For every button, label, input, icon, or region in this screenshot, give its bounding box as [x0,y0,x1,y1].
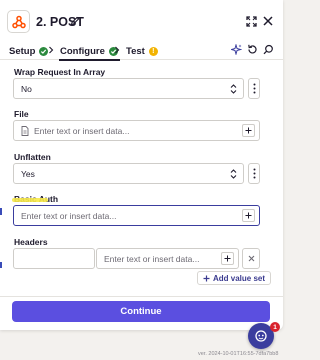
warning-badge: ! [148,46,158,56]
panel-header: 2. POST [0,0,283,43]
close-icon[interactable] [262,15,274,27]
insert-data-button[interactable] [242,209,255,222]
expand-icon[interactable] [246,16,257,27]
basic-auth-input[interactable]: Enter text or insert data... [13,205,260,226]
chevron-up-down-icon [230,84,237,94]
canvas-connector [0,262,2,268]
close-icon [248,255,254,262]
file-label: File [14,109,29,119]
notification-badge: 1 [270,322,280,332]
header-value-placeholder: Enter text or insert data... [104,254,200,264]
configure-form[interactable]: Wrap Request In Array No File Enter text… [0,61,283,296]
step-editor-panel: 2. POST Setup Configure Test ! Wrap Requ… [0,0,283,330]
insert-data-button[interactable] [242,124,255,137]
refresh-icon[interactable] [247,44,258,55]
tab-configure-label: Configure [60,45,105,57]
basic-auth-placeholder: Enter text or insert data... [21,211,117,221]
plus-icon [203,275,210,281]
remove-header-button[interactable] [242,248,260,269]
more-vertical-icon [253,83,255,94]
plus-icon [245,127,252,134]
version-label: ver. 2024-10-01T16:55-7dfa7bb8 [198,351,279,357]
continue-button[interactable]: Continue [12,301,270,322]
insert-data-button[interactable] [221,252,234,265]
wrap-request-select[interactable]: No [13,78,244,99]
file-icon [21,126,29,136]
tab-setup[interactable]: Setup [9,43,49,59]
search-icon[interactable] [263,44,274,55]
more-vertical-icon [253,168,255,179]
add-value-set-button[interactable]: Add value set [197,271,272,285]
add-value-set-label: Add value set [213,273,266,283]
header-value-input[interactable]: Enter text or insert data... [96,248,239,269]
chat-bot-icon [255,330,267,342]
file-placeholder: Enter text or insert data... [34,126,130,136]
canvas-connector [0,208,2,215]
tab-configure[interactable]: Configure [59,43,120,61]
wrap-request-value: No [21,84,32,94]
chevron-right-icon [115,46,120,54]
pencil-icon[interactable] [70,16,80,26]
panel-footer: Continue [0,296,283,330]
wrap-request-label: Wrap Request In Array [14,67,106,77]
field-options-button[interactable] [248,163,260,184]
annotation-highlight [12,198,48,202]
unflatten-value: Yes [21,169,35,179]
sparkle-icon[interactable] [231,44,242,55]
plus-icon [224,255,231,262]
chevron-right-icon [49,46,54,54]
header-key-input[interactable] [13,248,95,269]
unflatten-label: Unflatten [14,152,51,162]
chevron-up-down-icon [230,169,237,179]
webhook-icon [7,10,30,33]
unflatten-select[interactable]: Yes [13,163,244,184]
file-input[interactable]: Enter text or insert data... [13,120,260,141]
tab-test[interactable]: Test ! [126,43,158,59]
tab-test-label: Test [126,45,145,57]
field-options-button[interactable] [248,78,260,99]
headers-label: Headers [14,237,48,247]
tab-setup-label: Setup [9,45,36,57]
plus-icon [245,212,252,219]
